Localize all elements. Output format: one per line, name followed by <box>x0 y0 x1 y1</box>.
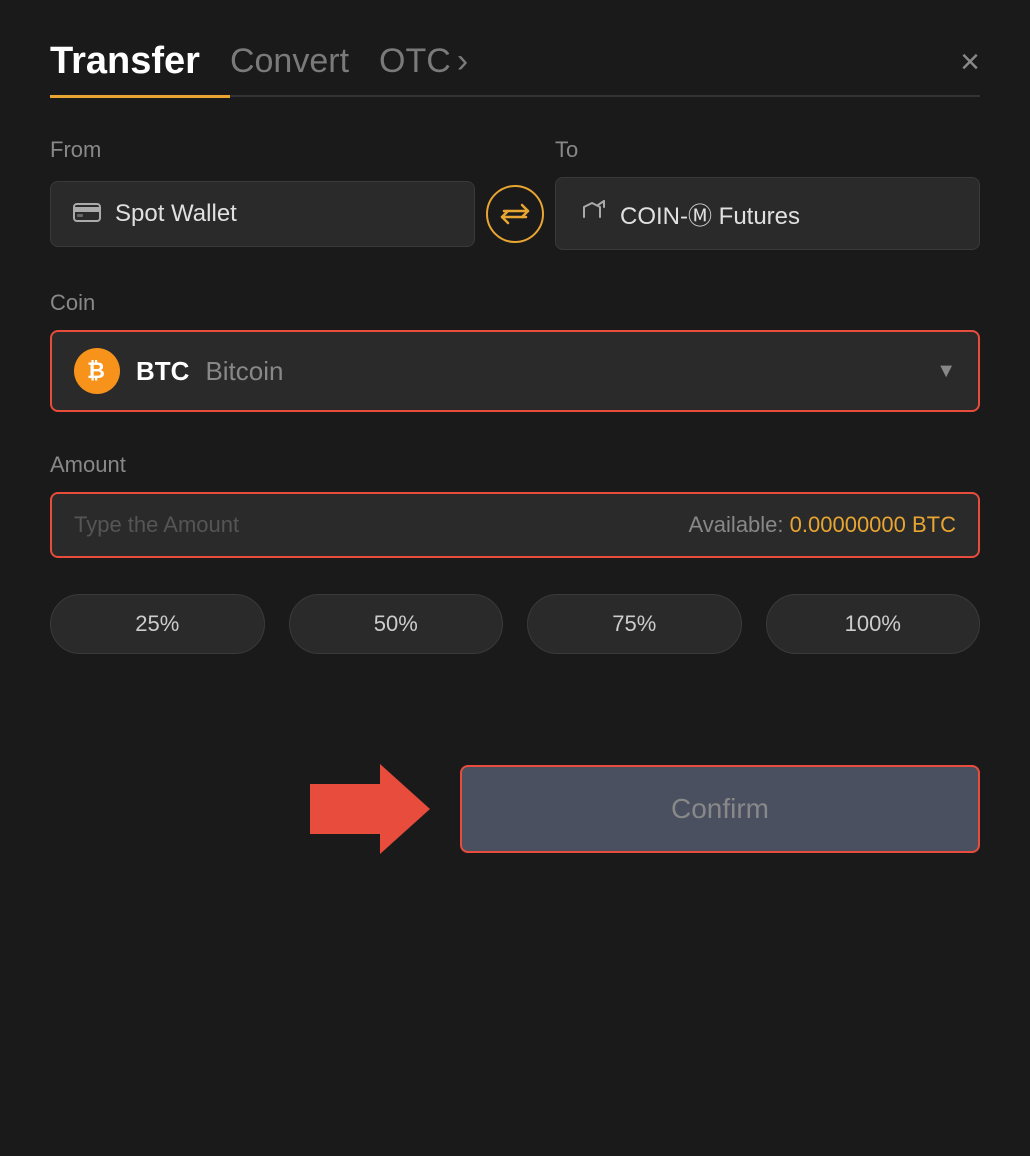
to-label: To <box>555 137 980 163</box>
tab-otc[interactable]: OTC › <box>379 42 468 81</box>
from-to-inputs: Spot Wallet <box>50 177 980 250</box>
coin-selector[interactable]: ₿ BTC Bitcoin ▼ <box>50 330 980 412</box>
from-wallet-selector[interactable]: Spot Wallet <box>50 181 475 247</box>
percent-25-button[interactable]: 25% <box>50 594 265 654</box>
available-amount: 0.00000000 BTC <box>790 512 956 537</box>
futures-icon <box>578 199 606 229</box>
wallet-card-icon <box>73 200 101 228</box>
percent-50-button[interactable]: 50% <box>289 594 504 654</box>
percent-buttons-row: 25% 50% 75% 100% <box>50 594 980 654</box>
tab-convert[interactable]: Convert <box>230 42 349 81</box>
amount-placeholder[interactable]: Type the Amount <box>74 512 239 538</box>
coin-symbol: BTC <box>136 356 189 387</box>
percent-75-button[interactable]: 75% <box>527 594 742 654</box>
modal-header: Transfer Convert OTC › × <box>50 40 980 83</box>
confirm-button[interactable]: Confirm <box>460 765 980 853</box>
coin-section: Coin ₿ BTC Bitcoin ▼ <box>50 290 980 412</box>
close-button[interactable]: × <box>960 45 980 79</box>
tab-transfer[interactable]: Transfer <box>50 40 200 83</box>
from-wallet-name: Spot Wallet <box>115 200 237 228</box>
to-wallet-name: COIN-Ⓜ Futures <box>620 196 800 231</box>
confirm-area: Confirm <box>50 764 980 854</box>
swap-button-container <box>475 185 555 243</box>
coin-label: Coin <box>50 290 980 316</box>
available-text: Available: 0.00000000 BTC <box>689 512 956 538</box>
amount-label: Amount <box>50 452 980 478</box>
swap-button[interactable] <box>486 185 544 243</box>
svg-text:₿: ₿ <box>87 358 105 383</box>
amount-input-box: Type the Amount Available: 0.00000000 BT… <box>50 492 980 558</box>
from-to-section: From To Spot Wallet <box>50 137 980 250</box>
arrow-indicator <box>310 764 430 854</box>
from-to-labels: From To <box>50 137 980 163</box>
amount-section: Amount Type the Amount Available: 0.0000… <box>50 452 980 558</box>
tab-underline <box>50 95 980 97</box>
chevron-down-icon: ▼ <box>936 360 956 383</box>
to-wallet-selector[interactable]: COIN-Ⓜ Futures <box>555 177 980 250</box>
chevron-right-icon: › <box>457 42 468 81</box>
from-label: From <box>50 137 475 163</box>
coin-full-name: Bitcoin <box>205 356 283 387</box>
percent-100-button[interactable]: 100% <box>766 594 981 654</box>
btc-icon: ₿ <box>74 348 120 394</box>
active-tab-indicator <box>50 95 230 98</box>
transfer-modal: Transfer Convert OTC › × From To <box>0 0 1030 1156</box>
